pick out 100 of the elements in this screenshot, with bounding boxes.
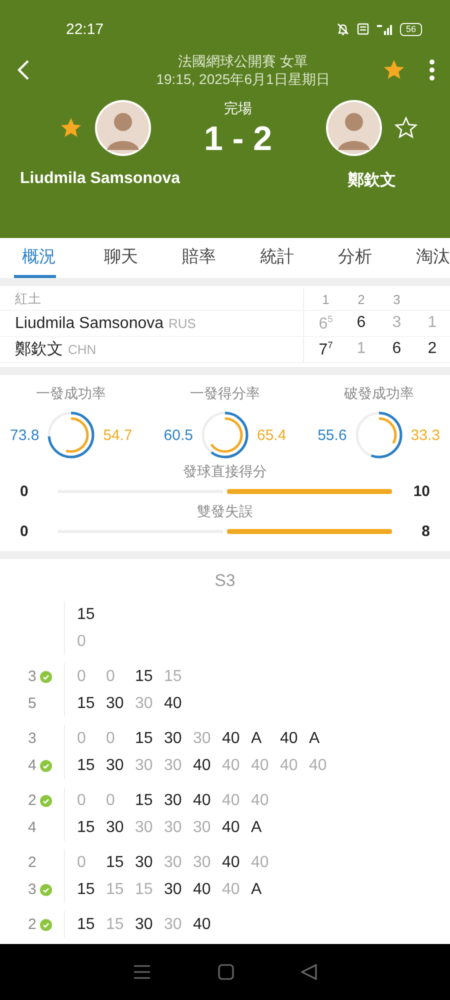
set-header: 2 [356,292,366,306]
set-title: S3 [214,571,236,591]
set-score: 1 [356,340,367,359]
bell-off-icon [336,22,350,36]
point-score: A [251,880,263,898]
game-count: 2 [28,916,36,933]
set-score: 7$^{7}$ [318,340,334,360]
point-score: 40 [251,854,270,872]
point-score: 0 [77,632,87,650]
set-header: 3 [392,292,402,306]
point-score: 15 [135,730,154,748]
point-score: 30 [164,916,183,934]
stat-label: 發球直接得分 [182,463,268,481]
tab[interactable]: 概況 [14,238,56,278]
star-outline-icon[interactable] [394,116,418,140]
point-score: 15 [135,668,154,686]
point-score: 40 [193,792,212,810]
point-score: 30 [193,730,212,748]
player-avatar [95,100,152,156]
signal-icon [376,22,394,36]
point-score: 40 [222,792,241,810]
match-status: 完場 [224,100,252,118]
set-score: 1 [426,314,438,333]
point-score: 30 [135,818,154,836]
point-score: A [309,730,321,748]
point-score: 40 [251,792,270,810]
set-header: 1 [321,292,330,306]
stat-value: 33.3 [410,426,440,444]
point-score: 30 [164,792,183,810]
point-score: 15 [77,606,96,624]
point-score: 30 [164,756,183,774]
point-score: 15 [77,694,96,712]
point-score: 30 [135,756,154,774]
stat-value: 55.6 [318,426,347,444]
star-icon[interactable] [59,116,84,140]
point-score: 30 [135,694,154,712]
game-count: 3 [28,881,36,898]
game-count: 2 [28,854,36,871]
point-score: A [251,730,263,748]
point-score: 40 [222,756,241,774]
stat-value: 0 [20,482,30,500]
point-score: 40 [280,730,299,748]
point-score: 30 [106,756,125,774]
ring-chart [199,409,251,461]
point-score: A [251,818,263,836]
set-score: 6 [356,314,367,333]
more-icon[interactable] [428,58,436,82]
stat-value: 10 [412,482,430,500]
point-score: 30 [164,818,183,836]
point-score: 15 [77,818,96,836]
point-score: 15 [77,880,96,898]
stat-label: 一發成功率 [36,385,106,403]
back-icon[interactable] [300,964,317,980]
point-score: 40 [222,854,241,872]
point-score: 40 [280,756,299,774]
country-code: CHN [68,342,96,357]
point-score: 30 [106,818,125,836]
stat-value: 65.4 [257,426,286,444]
point-score: 15 [77,756,96,774]
point-score: 0 [77,854,87,872]
game-count: 3 [28,730,36,747]
point-score: 30 [135,854,154,872]
player-avatar [326,100,382,156]
point-score: 15 [77,916,96,934]
point-score: 30 [135,916,154,934]
point-score: 15 [135,792,154,810]
set-score: 2 [426,340,438,359]
stat-value: 8 [420,522,430,540]
point-score: 40 [193,880,212,898]
point-score: 0 [106,792,116,810]
menu-icon[interactable] [133,964,152,980]
stat-label: 破發成功率 [344,385,414,403]
stat-value: 0 [20,522,30,540]
point-score: 0 [106,668,116,686]
stat-value: 73.8 [10,426,40,444]
point-score: 15 [106,854,125,872]
match-date: 19:15, 2025年6月1日星期日 [155,70,331,88]
tab[interactable]: 統計 [252,238,330,278]
star-icon[interactable] [382,58,406,82]
stat-value: 54.7 [103,426,132,444]
point-score: 15 [164,668,183,686]
surface-label: 紅土 [0,288,304,310]
tab[interactable]: 淘汰 [408,238,450,278]
tab[interactable]: 賠率 [174,238,252,278]
player-name: Liudmila Samsonova [15,314,164,332]
tab[interactable]: 分析 [330,238,408,278]
point-score: 0 [106,730,116,748]
game-count: 4 [28,757,36,774]
set-score: 3 [391,314,402,333]
player-name: 鄭欽文 [15,340,63,360]
set-score: 6$^{5}$ [318,314,334,334]
player-name: 鄭欽文 [348,170,396,191]
point-score: 0 [77,730,87,748]
point-score: 30 [193,854,212,872]
point-score: 40 [193,756,212,774]
point-score: 40 [193,916,212,934]
home-icon[interactable] [218,964,234,980]
set-score: 6 [391,340,402,359]
point-score: 0 [77,792,87,810]
tab[interactable]: 聊天 [96,238,174,278]
